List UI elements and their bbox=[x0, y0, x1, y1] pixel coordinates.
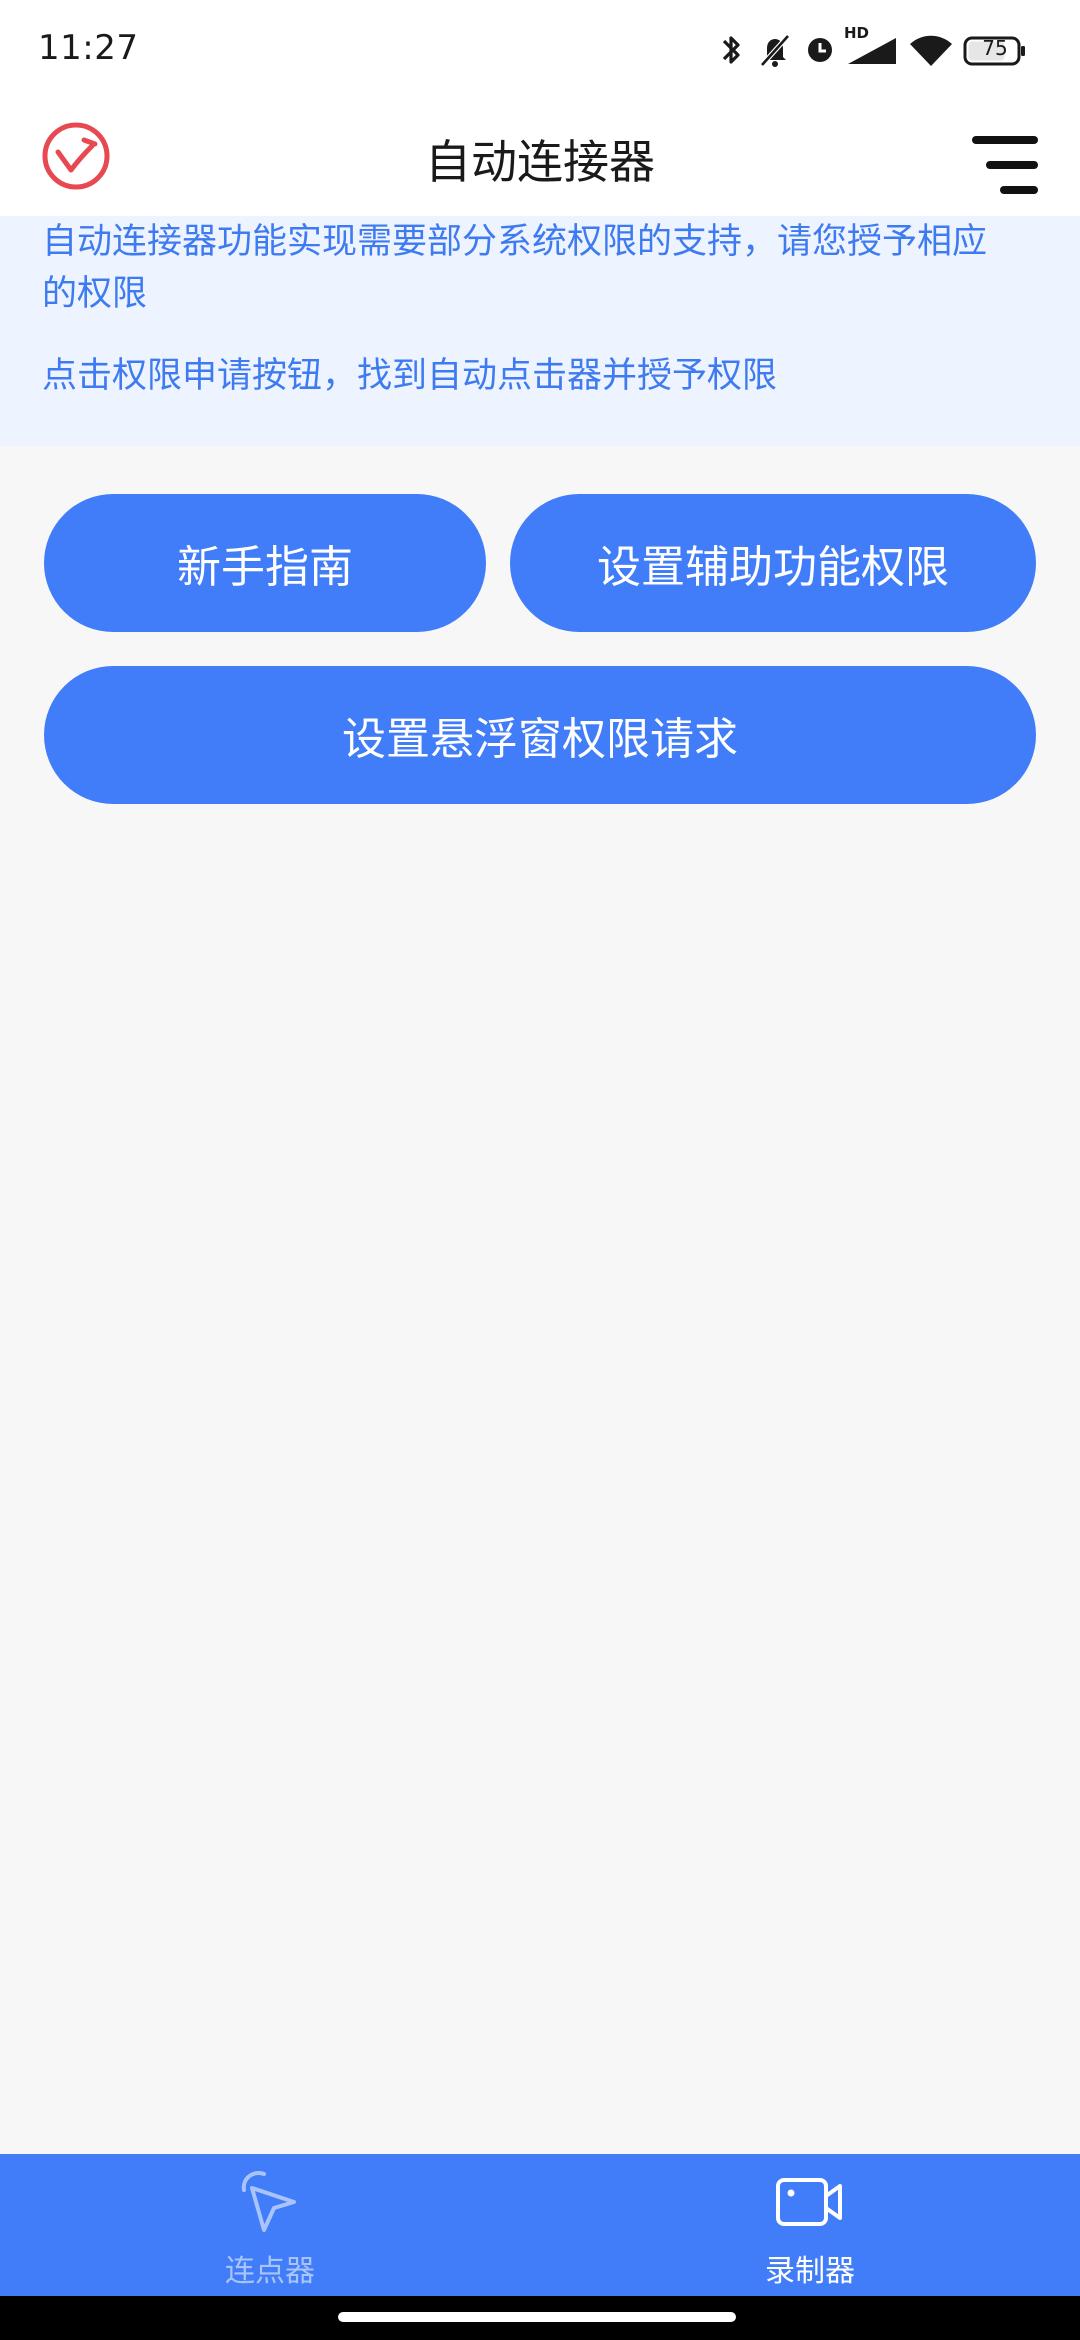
bluetooth-icon bbox=[722, 36, 740, 64]
network-badge: HD bbox=[844, 24, 870, 42]
permission-info-banner: 自动连接器功能实现需要部分系统权限的支持，请您授予相应的权限 点击权限申请按钮，… bbox=[0, 216, 1080, 446]
beginner-guide-button[interactable]: 新手指南 bbox=[44, 494, 486, 632]
status-icons: HD 75 bbox=[720, 24, 1050, 70]
nav-item-recorder[interactable]: 录制器 bbox=[660, 2154, 960, 2296]
status-bar: 11:27 HD 75 bbox=[0, 0, 1080, 96]
app-header: 自动连接器 bbox=[0, 96, 1080, 216]
cursor-icon bbox=[241, 2171, 296, 2232]
system-gesture-bar bbox=[0, 2296, 1080, 2340]
bottom-nav: 连点器 录制器 bbox=[0, 2154, 1080, 2296]
overlay-permission-button[interactable]: 设置悬浮窗权限请求 bbox=[44, 666, 1036, 804]
accessibility-permission-button[interactable]: 设置辅助功能权限 bbox=[510, 494, 1036, 632]
home-gesture-handle[interactable] bbox=[338, 2312, 736, 2322]
status-time: 11:27 bbox=[38, 28, 139, 68]
nav-item-clicker[interactable]: 连点器 bbox=[120, 2154, 420, 2296]
battery-level: 75 bbox=[982, 36, 1008, 60]
alarm-icon bbox=[808, 38, 832, 62]
screen: 11:27 HD 75 自动连接器 自动连接器功能实现需要部分系统权限的支持，请… bbox=[0, 0, 1080, 2340]
info-text-permission-needed: 自动连接器功能实现需要部分系统权限的支持，请您授予相应的权限 bbox=[42, 222, 988, 314]
mute-bell-icon bbox=[760, 34, 790, 67]
nav-label-clicker: 连点器 bbox=[225, 2254, 315, 2289]
wifi-icon bbox=[910, 35, 952, 66]
info-text-instructions: 点击权限申请按钮，找到自动点击器并授予权限 bbox=[42, 356, 778, 396]
menu-icon[interactable] bbox=[972, 134, 1042, 196]
page-title: 自动连接器 bbox=[425, 135, 655, 189]
nav-label-recorder: 录制器 bbox=[765, 2254, 855, 2289]
video-camera-icon bbox=[776, 2178, 842, 2226]
